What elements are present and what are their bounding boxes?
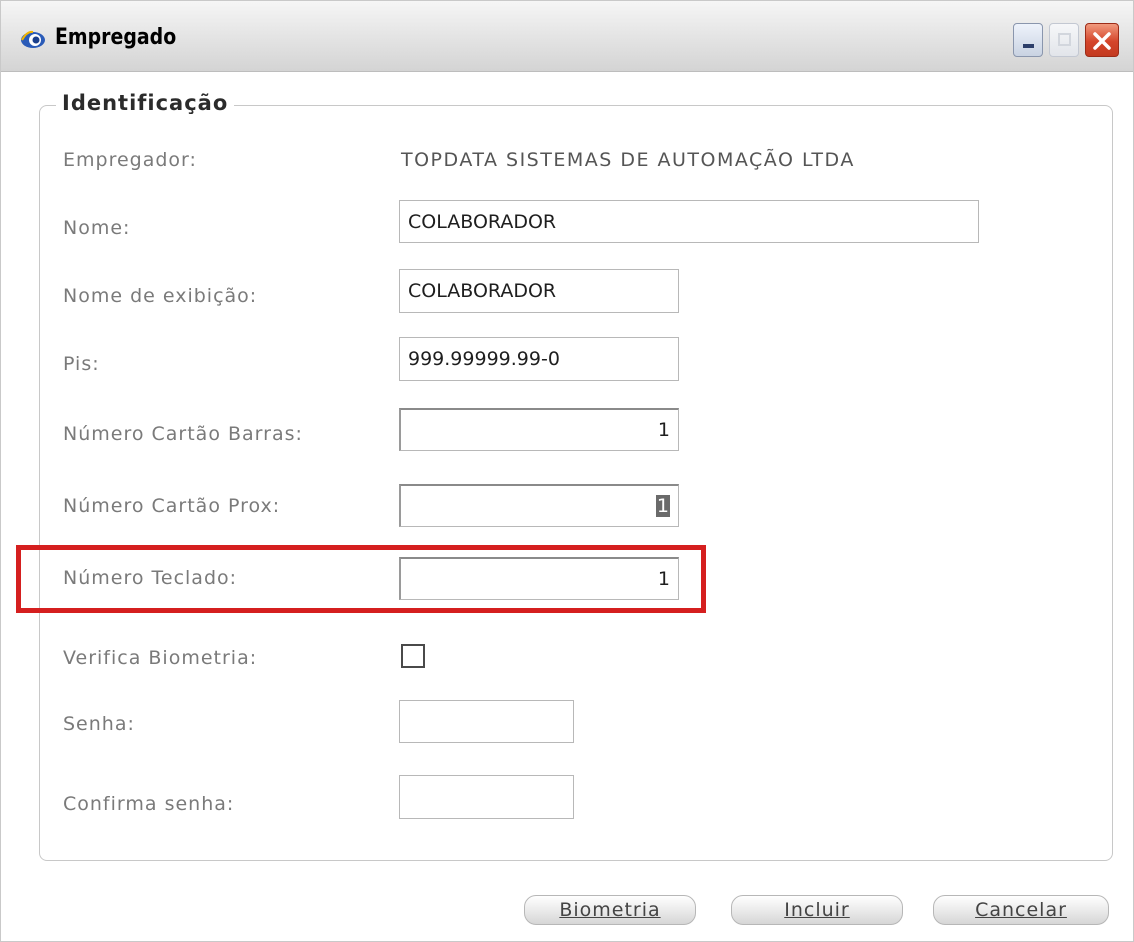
name-input[interactable]: COLABORADOR: [399, 200, 979, 243]
biometrics-button-label: Biometria: [559, 899, 661, 921]
password-label: Senha:: [63, 713, 135, 735]
close-button[interactable]: [1085, 23, 1119, 57]
display-name-label: Nome de exibição:: [63, 285, 258, 307]
employer-value: TOPDATA SISTEMAS DE AUTOMAÇÃO LTDA: [401, 149, 855, 171]
employee-dialog: Empregado Identificação Empregador: TOPD…: [0, 0, 1134, 942]
include-button-label: Incluir: [784, 899, 850, 921]
prox-card-input[interactable]: 1: [399, 484, 679, 527]
cancel-button[interactable]: Cancelar: [933, 895, 1109, 925]
prox-card-selected-value: 1: [655, 495, 670, 517]
prox-card-label: Número Cartão Prox:: [63, 495, 281, 517]
include-button[interactable]: Incluir: [731, 895, 903, 925]
confirm-password-label: Confirma senha:: [63, 793, 235, 815]
verify-biometrics-label: Verifica Biometria:: [63, 647, 258, 669]
maximize-button[interactable]: [1049, 23, 1079, 57]
cancel-button-label: Cancelar: [975, 899, 1067, 921]
title-bar[interactable]: Empregado: [1, 1, 1133, 72]
minimize-button[interactable]: [1013, 23, 1043, 57]
window-title: Empregado: [55, 25, 177, 50]
verify-biometrics-checkbox[interactable]: [401, 644, 425, 668]
close-icon: [1093, 32, 1111, 50]
pis-label: Pis:: [63, 353, 100, 375]
maximize-icon: [1058, 33, 1071, 46]
pis-input[interactable]: 999.99999.99-0: [399, 337, 679, 381]
biometrics-button[interactable]: Biometria: [524, 895, 696, 925]
minimize-icon: [1023, 44, 1034, 48]
password-input[interactable]: [399, 700, 574, 743]
barcode-card-label: Número Cartão Barras:: [63, 423, 303, 445]
employer-label: Empregador:: [63, 149, 197, 171]
confirm-password-input[interactable]: [399, 775, 574, 819]
barcode-card-input[interactable]: 1: [399, 408, 679, 451]
name-label: Nome:: [63, 217, 131, 239]
keypad-number-highlight: [16, 545, 706, 613]
group-title: Identificação: [56, 91, 235, 115]
display-name-input[interactable]: COLABORADOR: [399, 269, 679, 313]
app-eye-icon: [21, 30, 45, 48]
